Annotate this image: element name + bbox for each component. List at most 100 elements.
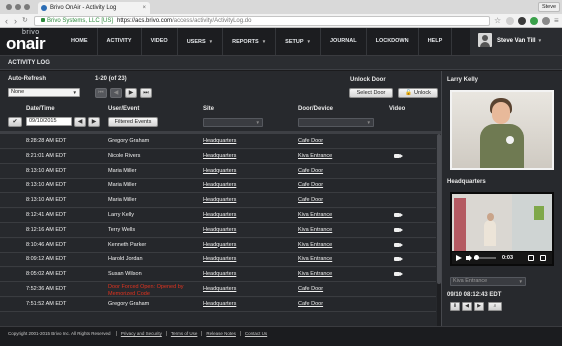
row-site-link[interactable]: Headquarters [203, 194, 236, 207]
row-site-link[interactable]: Headquarters [203, 298, 236, 311]
table-row[interactable]: 8:28:28 AM EDT Gregory Graham Headquarters… [0, 135, 436, 149]
row-site-link[interactable]: Headquarters [203, 150, 236, 163]
table-row[interactable]: 8:05:02 AM EDT Susan Wilson Headquarters Ki… [0, 268, 436, 283]
nav-item-setup[interactable]: SETUP ▼ [276, 28, 321, 55]
table-row[interactable]: 8:09:12 AM EDT Harold Jordan Headquarters K… [0, 253, 436, 268]
footer-link[interactable]: Contact Us [239, 331, 268, 336]
row-site-link[interactable]: Headquarters [203, 224, 236, 237]
row-door-link[interactable]: Kiva Entrance [298, 150, 332, 163]
nav-item-lockdown[interactable]: LOCKDOWN [367, 28, 419, 55]
reload-icon[interactable]: ↻ [22, 15, 28, 27]
row-site-link[interactable]: Headquarters [203, 239, 236, 252]
forward-button[interactable]: ▶ [474, 302, 484, 311]
download-icon[interactable] [528, 255, 534, 261]
browser-tab[interactable]: Brivo OnAir - Activity Log × [38, 2, 150, 14]
close-window-icon[interactable] [6, 4, 12, 10]
row-site-link[interactable]: Headquarters [203, 253, 236, 266]
video-scrub-handle[interactable] [474, 255, 480, 260]
table-row[interactable]: 8:12:41 AM EDT Larry Kelly Headquarters Kiv… [0, 209, 436, 223]
footer-link[interactable]: Release Notes [201, 331, 236, 336]
forward-arrow-icon[interactable]: › [14, 15, 17, 27]
video-camera-icon[interactable] [394, 242, 403, 247]
video-camera-icon[interactable] [394, 153, 403, 158]
nav-item-home[interactable]: HOME [62, 28, 98, 55]
fullscreen-icon[interactable] [540, 255, 546, 261]
table-row[interactable]: 7:51:52 AM EDT Gregory Graham Headquarters… [0, 297, 436, 312]
next-page-button[interactable]: ▶ [125, 88, 137, 98]
evernote-extension-icon[interactable] [530, 17, 538, 25]
tab-close-icon[interactable]: × [142, 2, 146, 14]
scrollbar-thumb[interactable] [437, 134, 441, 284]
browser-menu-icon[interactable]: ≡ [554, 15, 559, 27]
nav-item-activity[interactable]: ACTIVITY [98, 28, 142, 55]
row-door-link[interactable]: Cafe Door [298, 179, 323, 192]
video-camera-icon[interactable] [394, 213, 403, 217]
info-extension-icon[interactable] [506, 17, 514, 25]
row-door-link[interactable]: Kiva Entrance [298, 224, 332, 237]
footer-link[interactable]: Privacy and Security [115, 331, 162, 336]
table-row[interactable]: 8:13:10 AM EDT Maria Miller Headquarters Ca… [0, 165, 436, 179]
url-input[interactable]: Brivo Systems, LLC [US] https://acs.brivo… [34, 16, 490, 26]
row-door-link[interactable]: Cafe Door [298, 194, 323, 207]
row-site-link[interactable]: Headquarters [203, 165, 236, 178]
settings-extension-icon[interactable] [542, 17, 550, 25]
table-row[interactable]: 8:13:10 AM EDT Maria Miller Headquarters Ca… [0, 179, 436, 194]
nav-item-journal[interactable]: JOURNAL [321, 28, 367, 55]
next-date-button[interactable]: ▶ [88, 117, 100, 127]
nav-item-reports[interactable]: REPORTS ▼ [223, 28, 277, 55]
auto-refresh-select[interactable]: None ▼ [8, 88, 80, 97]
filtered-events-button[interactable]: Filtered Events [108, 117, 158, 127]
table-row[interactable]: 8:10:46 AM EDT Kenneth Parker Headquarters… [0, 238, 436, 253]
site-filter-select[interactable]: ▼ [203, 118, 263, 127]
video-camera-icon[interactable] [394, 227, 403, 232]
row-user: Maria Miller [108, 167, 137, 174]
chevron-down-icon: ▼ [366, 120, 371, 125]
first-page-button[interactable]: ⏮ [95, 88, 107, 98]
date-input[interactable]: 09/10/2015 [26, 117, 72, 126]
play-icon[interactable] [456, 255, 462, 261]
row-door-link[interactable]: Kiva Entrance [298, 253, 332, 266]
row-door-link[interactable]: Cafe Door [298, 165, 323, 178]
nav-item-help[interactable]: HELP [419, 28, 453, 55]
table-row[interactable]: 8:21:01 AM EDT Nicole Rivers Headquarters K… [0, 149, 436, 164]
last-page-button[interactable]: ⏭ [140, 88, 152, 98]
rewind-button[interactable]: ◀ [462, 302, 472, 311]
maximize-window-icon[interactable] [24, 4, 30, 10]
camera-select[interactable]: Kiva Entrance ▼ [450, 277, 526, 286]
unlock-button[interactable]: 🔓 Unlock [398, 88, 438, 98]
minimize-window-icon[interactable] [15, 4, 21, 10]
video-camera-icon[interactable] [394, 257, 403, 262]
row-door-link[interactable]: Kiva Entrance [298, 209, 332, 222]
row-site-link[interactable]: Headquarters [203, 268, 236, 281]
volume-icon[interactable] [466, 256, 469, 260]
nav-item-users[interactable]: USERS ▼ [178, 28, 224, 55]
row-door-link[interactable]: Cafe Door [298, 283, 323, 296]
row-site-link[interactable]: Headquarters [203, 135, 236, 148]
row-site-link[interactable]: Headquarters [203, 209, 236, 222]
prev-page-button[interactable]: ◀ [110, 88, 122, 98]
row-site-link[interactable]: Headquarters [203, 283, 236, 296]
footer-link[interactable]: Terms of Use [165, 331, 198, 336]
row-door-link[interactable]: Cafe Door [298, 298, 323, 311]
prev-date-button[interactable]: ◀ [74, 117, 86, 127]
row-door-link[interactable]: Kiva Entrance [298, 239, 332, 252]
door-filter-select[interactable]: ▼ [298, 118, 374, 127]
bookmark-star-icon[interactable]: ☆ [494, 15, 501, 27]
row-door-link[interactable]: Kiva Entrance [298, 268, 332, 281]
calendar-check-button[interactable]: ✔ [8, 117, 22, 127]
shield-extension-icon[interactable] [518, 17, 526, 25]
select-door-button[interactable]: Select Door [349, 88, 393, 98]
row-door-link[interactable]: Cafe Door [298, 135, 323, 148]
back-arrow-icon[interactable]: ‹ [5, 15, 8, 27]
search-clip-button[interactable]: ⌕ [488, 302, 502, 311]
nav-item-video[interactable]: VIDEO [142, 28, 178, 55]
profile-button[interactable]: Steve [538, 2, 560, 12]
video-player[interactable]: 0:03 [450, 192, 554, 266]
row-site-link[interactable]: Headquarters [203, 179, 236, 192]
video-camera-icon[interactable] [394, 272, 403, 277]
download-clip-button[interactable]: ⬇ [450, 302, 460, 311]
table-row[interactable]: 7:52:36 AM EDT Door Forced Open: Opened b… [0, 283, 436, 297]
table-row[interactable]: 8:13:10 AM EDT Maria Miller Headquarters Ca… [0, 194, 436, 209]
user-menu[interactable]: Steve Van Till ▼ [470, 28, 562, 55]
table-row[interactable]: 8:12:16 AM EDT Terry Wells Headquarters Kiv… [0, 224, 436, 238]
